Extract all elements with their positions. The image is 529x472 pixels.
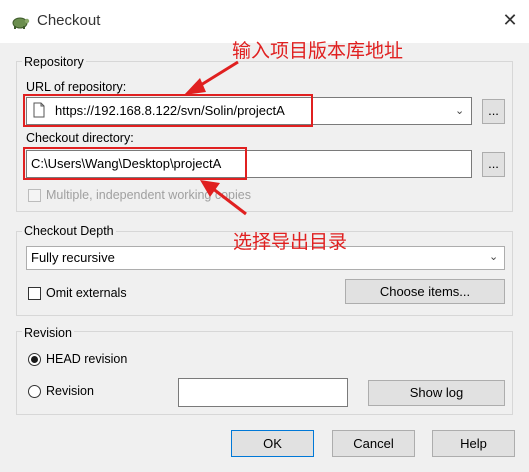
url-arrow-icon (184, 60, 239, 95)
annotation-arrows (184, 60, 247, 216)
directory-arrow-icon (200, 180, 247, 216)
